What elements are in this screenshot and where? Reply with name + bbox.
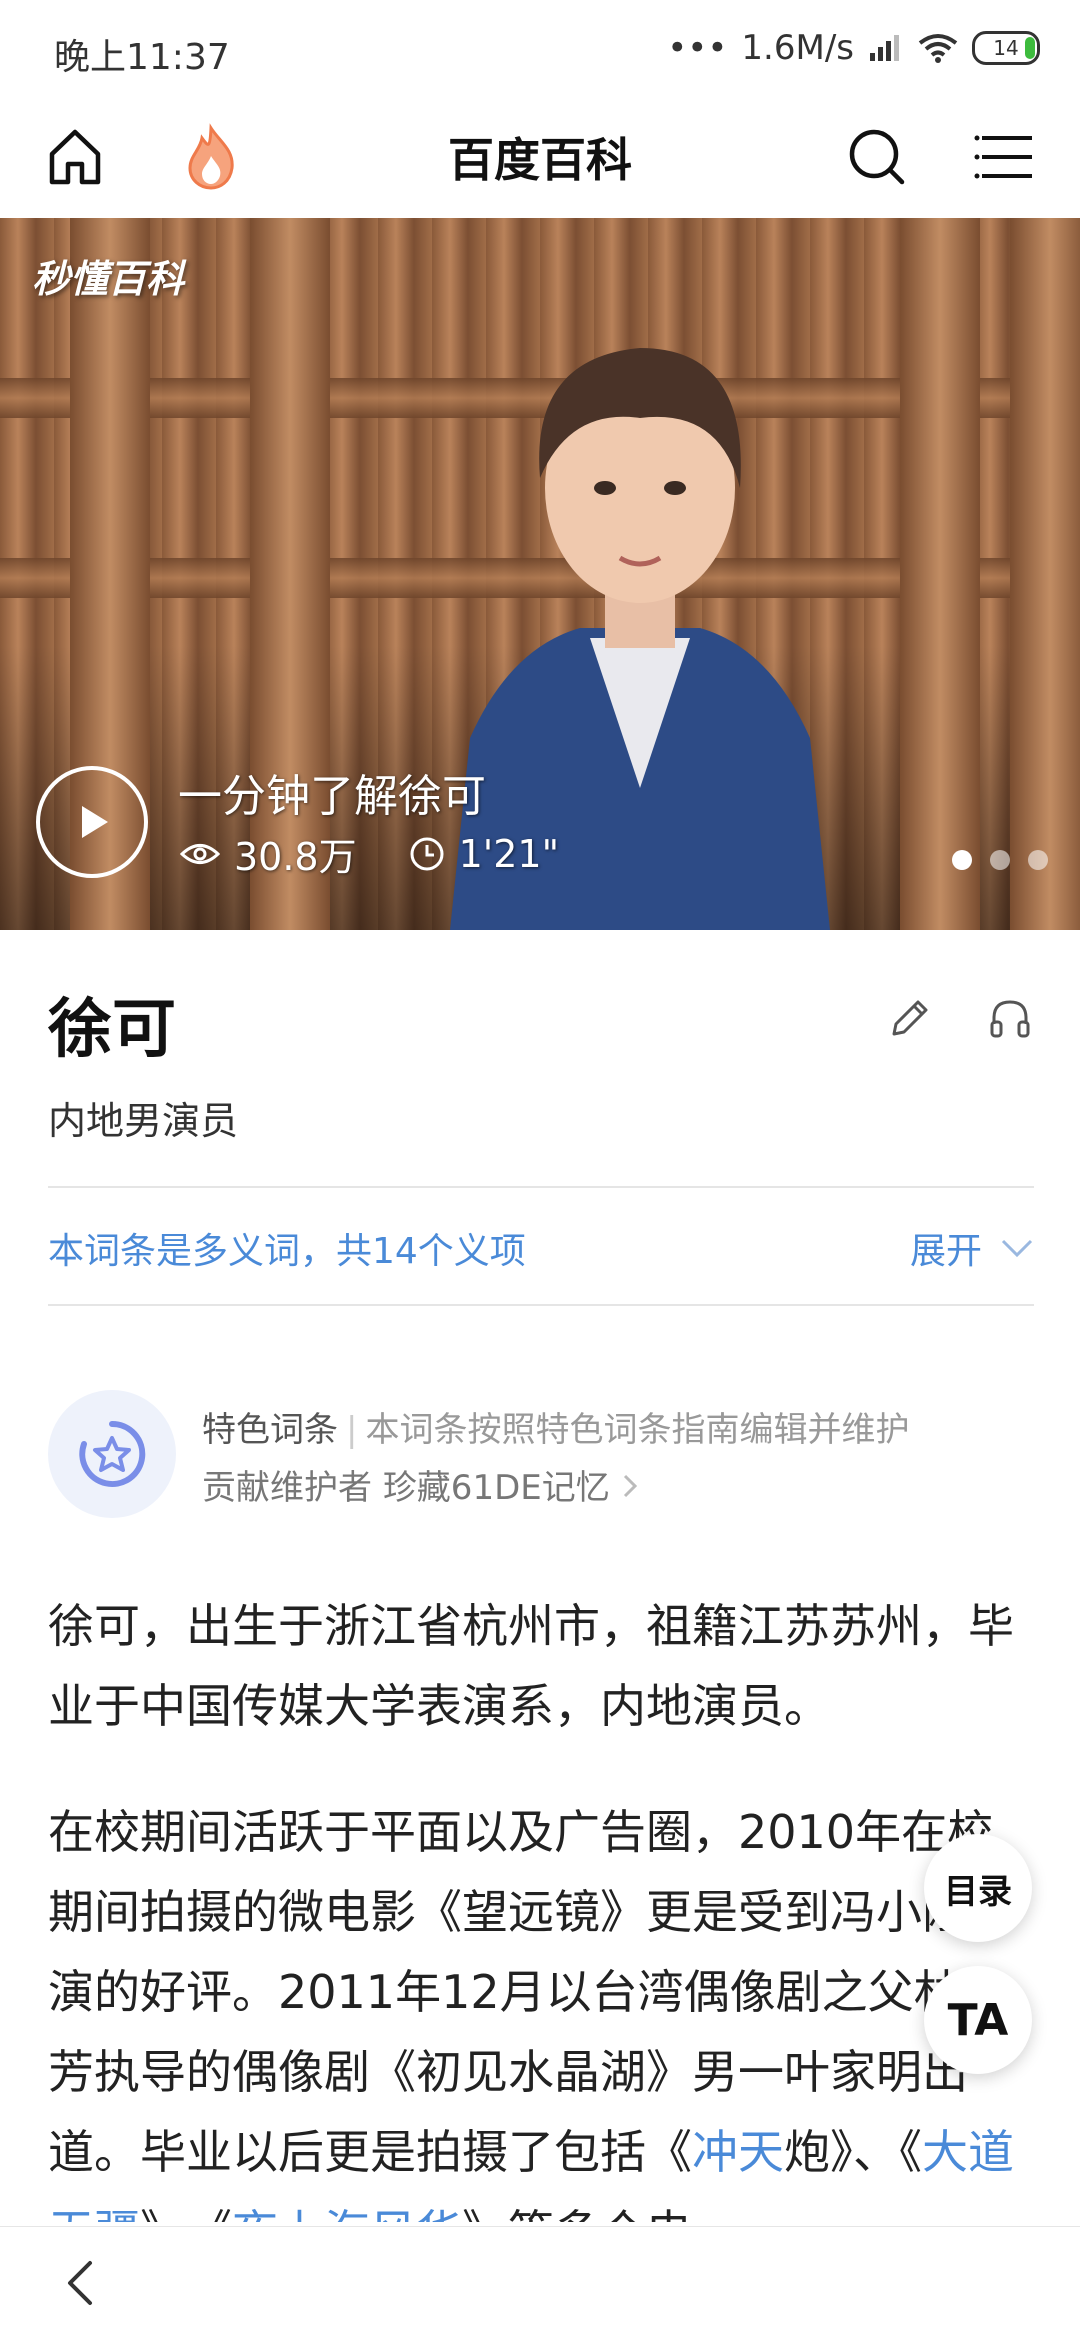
- video-duration: 1'21": [458, 831, 560, 876]
- polysemy-bar[interactable]: 本词条是多义词，共14个义项 展开: [48, 1186, 1034, 1306]
- signal-icon: [870, 35, 899, 61]
- body-paragraph: 在校期间活跃于平面以及广告圈，2010年在校期间拍摄的微电影《望远镜》更是受到冯…: [48, 1792, 1038, 2222]
- entry-description: 内地男演员: [48, 1099, 239, 1143]
- battery-icon: 14: [972, 31, 1040, 65]
- carousel-dot[interactable]: [990, 850, 1010, 870]
- search-icon[interactable]: [842, 122, 912, 192]
- bottom-nav: [0, 2226, 1080, 2341]
- link-yeshanghaifenghua[interactable]: 夜上海风华: [232, 2205, 462, 2222]
- expand-button[interactable]: 展开: [910, 1222, 1034, 1274]
- carousel-dot[interactable]: [952, 850, 972, 870]
- featured-label: 特色词条: [202, 1410, 338, 1450]
- expand-label: 展开: [909, 1231, 982, 1272]
- paragraph-text: 》、《: [140, 2205, 232, 2222]
- play-icon: [82, 806, 108, 838]
- carousel-dots: [952, 850, 1048, 870]
- top-header: 百度百科: [0, 100, 1080, 219]
- video-banner[interactable]: 秒懂百科 一分钟了解徐可 30.8万 1'21": [0, 218, 1080, 930]
- page-title: 百度百科: [448, 133, 632, 187]
- paragraph-text: 》等多个电: [462, 2205, 692, 2222]
- edit-pencil-icon[interactable]: [886, 994, 934, 1042]
- contributor-prefix: 贡献维护者: [202, 1468, 372, 1508]
- view-count: 30.8万: [234, 835, 357, 879]
- brand-logo: 秒懂百科: [32, 257, 185, 301]
- summary-paragraph: 徐可，出生于浙江省杭州市，祖籍江苏苏州，毕业于中国传媒大学表演系，内地演员。: [48, 1599, 1014, 1733]
- contributor-line[interactable]: 贡献维护者 珍藏61DE记忆: [202, 1460, 639, 1509]
- wifi-icon: [918, 34, 958, 63]
- status-bar: 晚上11:37 ••• 1.6M/s 14: [0, 0, 1080, 100]
- headphones-icon[interactable]: [986, 994, 1034, 1042]
- more-dots-icon: •••: [667, 28, 728, 68]
- battery-level: 14: [993, 36, 1019, 60]
- fence-post: [900, 218, 980, 930]
- paragraph-text: 在校期间活跃于平面以及广告圈，2010年在校期间拍摄的微电影《望远镜》更是受到冯…: [48, 1805, 1014, 2179]
- ta-button[interactable]: TA: [924, 1966, 1032, 2074]
- back-arrow-icon[interactable]: [54, 2255, 110, 2311]
- video-title[interactable]: 一分钟了解徐可: [178, 760, 486, 824]
- contributor-name[interactable]: 珍藏61DE记忆: [383, 1468, 610, 1508]
- featured-badge-icon: [48, 1390, 176, 1518]
- chevron-right-icon: [623, 1474, 637, 1498]
- status-indicators: ••• 1.6M/s 14: [667, 28, 1040, 68]
- link-chongtianpao[interactable]: 冲天: [692, 2125, 784, 2179]
- menu-icon[interactable]: [972, 122, 1042, 192]
- entry-title: 徐可: [48, 993, 176, 1067]
- fence-post: [1010, 218, 1080, 930]
- network-speed: 1.6M/s: [741, 28, 854, 68]
- carousel-dot[interactable]: [1028, 850, 1048, 870]
- eye-icon: [180, 843, 220, 864]
- featured-note: 本词条按照特色词条指南编辑并维护: [365, 1410, 910, 1450]
- chevron-down-icon: [1001, 1239, 1033, 1258]
- featured-line: 特色词条 | 本词条按照特色词条指南编辑并维护: [202, 1410, 910, 1450]
- video-meta: 30.8万 1'21": [180, 826, 559, 881]
- clock-icon: [410, 837, 444, 870]
- play-button[interactable]: [36, 766, 148, 878]
- polysemy-text[interactable]: 本词条是多义词，共14个义项: [48, 1222, 526, 1274]
- paragraph-text: 炮》、《: [784, 2125, 922, 2179]
- table-of-contents-button[interactable]: 目录: [924, 1834, 1032, 1942]
- status-time: 晚上11:37: [54, 37, 230, 78]
